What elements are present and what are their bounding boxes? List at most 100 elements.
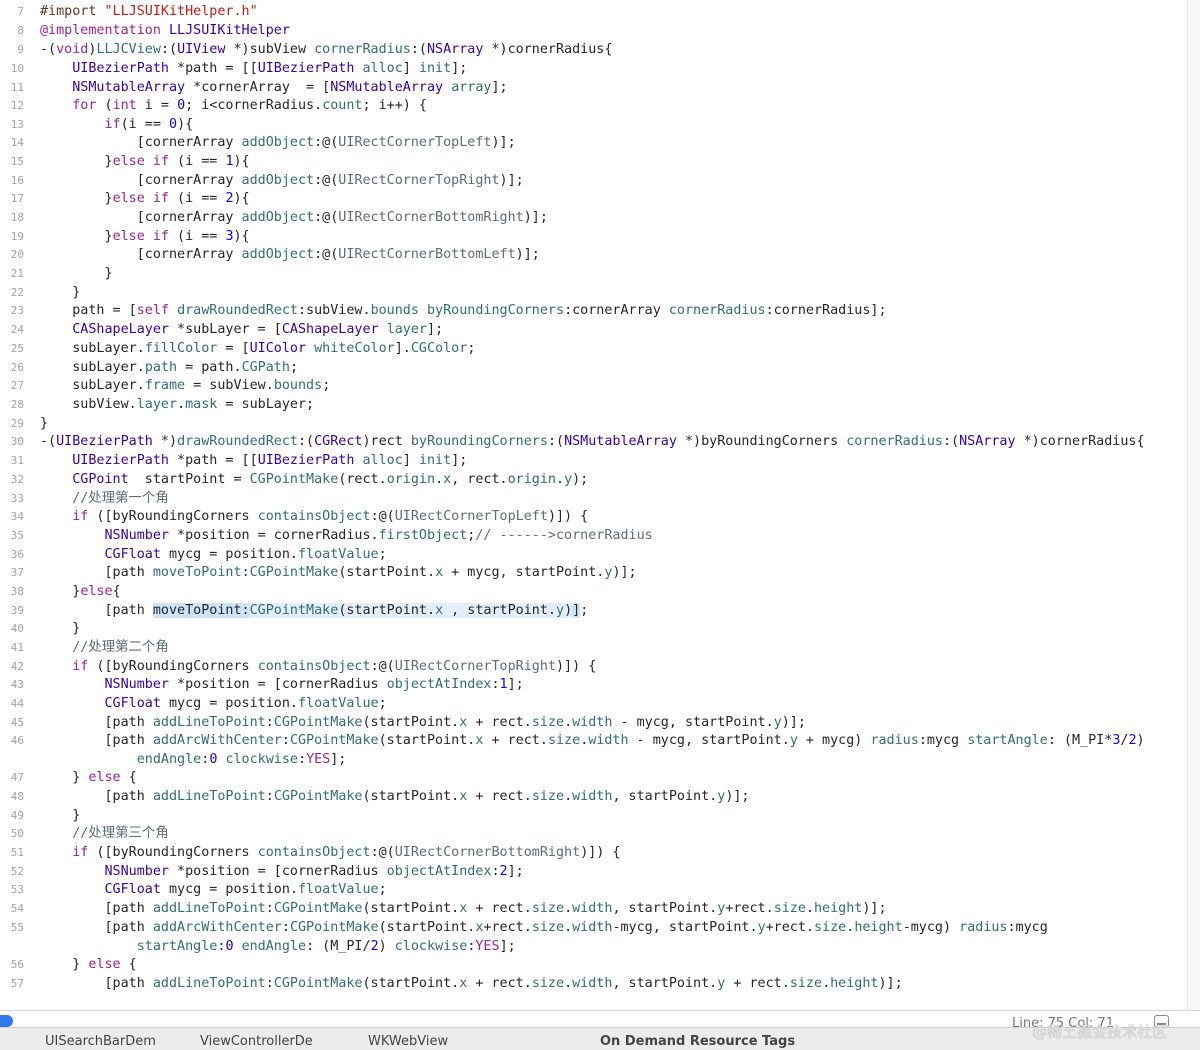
line-number[interactable]: 17 <box>0 189 24 208</box>
line-number[interactable]: 24 <box>0 320 24 339</box>
code-text[interactable]: [cornerArray addObject:@(UIRectCornerTop… <box>40 133 516 152</box>
line-number[interactable]: 42 <box>0 657 24 676</box>
line-number[interactable]: 36 <box>0 545 24 564</box>
line-number[interactable]: 8 <box>0 21 24 40</box>
code-text[interactable]: endAngle:0 clockwise:YES]; <box>40 750 347 769</box>
code-text[interactable]: if ([byRoundingCorners containsObject:@(… <box>40 507 588 526</box>
tab-on-demand-resource-tags[interactable]: On Demand Resource Tags <box>600 1034 795 1049</box>
code-text[interactable]: NSNumber *position = cornerRadius.firstO… <box>40 526 653 545</box>
line-number[interactable]: 45 <box>0 713 24 732</box>
code-text[interactable]: CAShapeLayer *subLayer = [CAShapeLayer l… <box>40 320 443 339</box>
code-text[interactable]: }else{ <box>40 582 120 601</box>
code-text[interactable]: [path addArcWithCenter:CGPointMake(start… <box>40 731 1144 750</box>
line-number[interactable]: 19 <box>0 227 24 246</box>
line-number[interactable]: 13 <box>0 115 24 134</box>
line-number[interactable]: 25 <box>0 339 24 358</box>
line-number[interactable]: 31 <box>0 451 24 470</box>
code-text[interactable]: [path moveToPoint:CGPointMake(startPoint… <box>40 601 588 620</box>
code-text[interactable]: CGFloat mycg = position.floatValue; <box>40 545 387 564</box>
tab-wkwebview[interactable]: WKWebView <box>368 1034 448 1049</box>
line-number[interactable]: 9 <box>0 40 24 59</box>
line-number[interactable]: 49 <box>0 806 24 825</box>
code-text[interactable]: [path addLineToPoint:CGPointMake(startPo… <box>40 787 749 806</box>
code-text[interactable]: //处理第一个角 <box>40 489 168 508</box>
code-text[interactable]: subView.layer.mask = subLayer; <box>40 395 314 414</box>
line-number[interactable]: 26 <box>0 358 24 377</box>
code-text[interactable]: CGFloat mycg = position.floatValue; <box>40 880 387 899</box>
line-number[interactable]: 16 <box>0 171 24 190</box>
line-number[interactable]: 44 <box>0 694 24 713</box>
line-number[interactable]: 29 <box>0 414 24 433</box>
tab-uisearchbardem[interactable]: UISearchBarDem <box>45 1034 156 1049</box>
line-number[interactable]: 20 <box>0 245 24 264</box>
line-number[interactable]: 52 <box>0 862 24 881</box>
line-number[interactable]: 53 <box>0 880 24 899</box>
line-number[interactable]: 35 <box>0 526 24 545</box>
line-number[interactable]: 43 <box>0 675 24 694</box>
code-text[interactable]: //处理第三个角 <box>40 824 168 843</box>
line-number[interactable]: 7 <box>0 2 24 21</box>
line-number[interactable]: 48 <box>0 787 24 806</box>
code-text[interactable]: CGPoint startPoint = CGPointMake(rect.or… <box>40 470 588 489</box>
line-number[interactable]: 40 <box>0 619 24 638</box>
line-number[interactable]: 38 <box>0 582 24 601</box>
code-text[interactable]: CGFloat mycg = position.floatValue; <box>40 694 387 713</box>
code-text[interactable]: NSMutableArray *cornerArray = [NSMutable… <box>40 78 507 97</box>
code-text[interactable]: path = [self drawRoundedRect:subView.bou… <box>40 301 886 320</box>
vertical-scrollbar[interactable] <box>1187 0 1200 1010</box>
code-text[interactable]: [cornerArray addObject:@(UIRectCornerTop… <box>40 171 524 190</box>
line-number[interactable]: 14 <box>0 133 24 152</box>
code-text[interactable]: #import "LLJSUIKitHelper.h" <box>40 2 258 21</box>
code-text[interactable]: } <box>40 264 112 283</box>
code-text[interactable]: -(UIBezierPath *)drawRoundedRect:(CGRect… <box>40 432 1145 451</box>
code-text[interactable]: } <box>40 806 80 825</box>
line-number[interactable]: 32 <box>0 470 24 489</box>
line-number[interactable]: 18 <box>0 208 24 227</box>
code-text[interactable]: [cornerArray addObject:@(UIRectCornerBot… <box>40 245 540 264</box>
code-text[interactable]: //处理第二个角 <box>40 638 168 657</box>
line-number[interactable]: 30 <box>0 432 24 451</box>
code-text[interactable]: UIBezierPath *path = [[UIBezierPath allo… <box>40 451 467 470</box>
code-text[interactable]: [path addLineToPoint:CGPointMake(startPo… <box>40 713 805 732</box>
code-text[interactable]: NSNumber *position = [cornerRadius objec… <box>40 675 524 694</box>
code-text[interactable]: } else { <box>40 955 137 974</box>
line-number[interactable]: 50 <box>0 824 24 843</box>
code-text[interactable]: }else if (i == 2){ <box>40 189 249 208</box>
code-text[interactable]: if ([byRoundingCorners containsObject:@(… <box>40 657 596 676</box>
line-number[interactable]: 23 <box>0 301 24 320</box>
code-text[interactable]: if ([byRoundingCorners containsObject:@(… <box>40 843 620 862</box>
line-number[interactable]: 37 <box>0 563 24 582</box>
code-text[interactable]: } else { <box>40 768 137 787</box>
line-number[interactable]: 27 <box>0 376 24 395</box>
line-number[interactable]: 46 <box>0 731 24 750</box>
line-number[interactable]: 54 <box>0 899 24 918</box>
line-number[interactable]: 21 <box>0 264 24 283</box>
code-text[interactable]: [path moveToPoint:CGPointMake(startPoint… <box>40 563 636 582</box>
line-number[interactable]: 28 <box>0 395 24 414</box>
code-text[interactable]: [path addLineToPoint:CGPointMake(startPo… <box>40 899 886 918</box>
code-text[interactable]: [path addLineToPoint:CGPointMake(startPo… <box>40 974 902 993</box>
line-number[interactable]: 51 <box>0 843 24 862</box>
code-text[interactable]: NSNumber *position = [cornerRadius objec… <box>40 862 524 881</box>
line-number[interactable]: 11 <box>0 78 24 97</box>
code-text[interactable]: } <box>40 283 80 302</box>
line-number[interactable]: 12 <box>0 96 24 115</box>
code-text[interactable]: startAngle:0 endAngle: (M_PI/2) clockwis… <box>40 937 516 956</box>
tab-viewcontrollerde[interactable]: ViewControllerDe <box>200 1034 313 1049</box>
line-number[interactable]: 47 <box>0 768 24 787</box>
code-editor[interactable]: 7 #import "LLJSUIKitHelper.h" 8 @implementa… <box>0 0 1186 1010</box>
line-number[interactable]: 39 <box>0 601 24 620</box>
line-number[interactable]: 15 <box>0 152 24 171</box>
line-number[interactable]: 22 <box>0 283 24 302</box>
code-text[interactable]: for (int i = 0; i<cornerRadius.count; i+… <box>40 96 427 115</box>
code-text[interactable]: subLayer.path = path.CGPath; <box>40 358 298 377</box>
code-text[interactable]: }else if (i == 3){ <box>40 227 249 246</box>
code-text[interactable]: }else if (i == 1){ <box>40 152 249 171</box>
line-number[interactable]: 55 <box>0 918 24 937</box>
code-text[interactable]: @implementation LLJSUIKitHelper <box>40 21 290 40</box>
breakpoint-indicator-icon[interactable] <box>0 1015 13 1027</box>
code-text[interactable]: [cornerArray addObject:@(UIRectCornerBot… <box>40 208 548 227</box>
line-number[interactable]: 57 <box>0 974 24 993</box>
code-text[interactable]: } <box>40 414 48 433</box>
line-number[interactable]: 33 <box>0 489 24 508</box>
